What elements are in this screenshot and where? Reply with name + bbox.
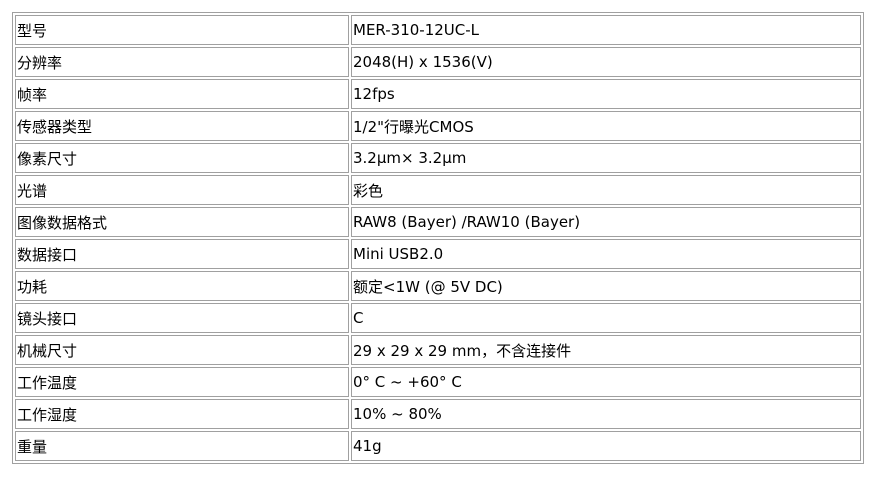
spec-label: 机械尺寸 [15, 335, 349, 365]
spec-label: 功耗 [15, 271, 349, 301]
spec-value: 3.2μm× 3.2μm [351, 143, 861, 173]
spec-value: 29 x 29 x 29 mm，不含连接件 [351, 335, 861, 365]
table-row: 型号 MER-310-12UC-L [15, 15, 861, 45]
spec-label: 分辨率 [15, 47, 349, 77]
spec-label: 传感器类型 [15, 111, 349, 141]
spec-label: 重量 [15, 431, 349, 461]
spec-label: 帧率 [15, 79, 349, 109]
spec-value: 1/2"行曝光CMOS [351, 111, 861, 141]
spec-label: 数据接口 [15, 239, 349, 269]
spec-label: 工作湿度 [15, 399, 349, 429]
spec-value: C [351, 303, 861, 333]
spec-value: 额定<1W (@ 5V DC) [351, 271, 861, 301]
table-row: 图像数据格式 RAW8 (Bayer) /RAW10 (Bayer) [15, 207, 861, 237]
spec-table: 型号 MER-310-12UC-L 分辨率 2048(H) x 1536(V) … [12, 12, 864, 464]
table-row: 功耗 额定<1W (@ 5V DC) [15, 271, 861, 301]
spec-value: 10% ~ 80% [351, 399, 861, 429]
spec-value: MER-310-12UC-L [351, 15, 861, 45]
spec-value: Mini USB2.0 [351, 239, 861, 269]
spec-value: 0° C ~ +60° C [351, 367, 861, 397]
table-row: 传感器类型 1/2"行曝光CMOS [15, 111, 861, 141]
table-row: 像素尺寸 3.2μm× 3.2μm [15, 143, 861, 173]
spec-value: 41g [351, 431, 861, 461]
spec-value: 2048(H) x 1536(V) [351, 47, 861, 77]
spec-label: 光谱 [15, 175, 349, 205]
table-row: 数据接口 Mini USB2.0 [15, 239, 861, 269]
table-row: 工作温度 0° C ~ +60° C [15, 367, 861, 397]
table-row: 机械尺寸 29 x 29 x 29 mm，不含连接件 [15, 335, 861, 365]
table-row: 工作湿度 10% ~ 80% [15, 399, 861, 429]
spec-label: 像素尺寸 [15, 143, 349, 173]
spec-label: 镜头接口 [15, 303, 349, 333]
spec-label: 型号 [15, 15, 349, 45]
spec-value: RAW8 (Bayer) /RAW10 (Bayer) [351, 207, 861, 237]
spec-value: 12fps [351, 79, 861, 109]
table-row: 镜头接口 C [15, 303, 861, 333]
table-row: 重量 41g [15, 431, 861, 461]
table-row: 帧率 12fps [15, 79, 861, 109]
spec-value: 彩色 [351, 175, 861, 205]
table-row: 分辨率 2048(H) x 1536(V) [15, 47, 861, 77]
table-row: 光谱 彩色 [15, 175, 861, 205]
spec-label: 图像数据格式 [15, 207, 349, 237]
spec-label: 工作温度 [15, 367, 349, 397]
